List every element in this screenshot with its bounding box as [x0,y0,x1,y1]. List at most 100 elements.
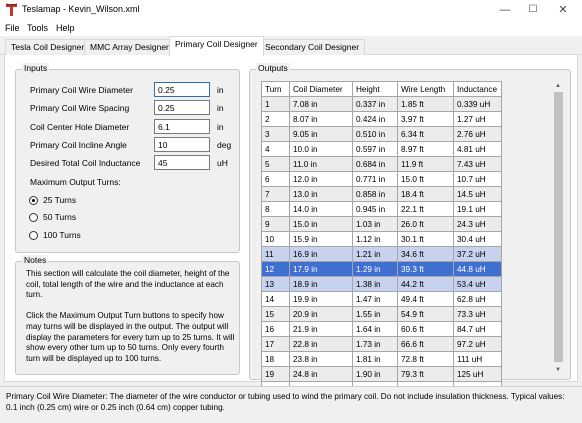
table-cell[interactable]: 17 [261,336,290,352]
table-row[interactable]: 16 21.9 in 1.64 in 60.6 ft 84.7 uH [261,321,502,337]
table-row[interactable]: 17 22.8 in 1.73 in 66.6 ft 97.2 uH [261,336,502,352]
table-cell[interactable]: 62.8 uH [453,291,502,307]
tab-tesla-coil-designer[interactable]: Tesla Coil Designer [5,39,91,55]
table-cell[interactable]: 73.3 uH [453,306,502,322]
table-row[interactable]: 14 19.9 in 1.47 in 49.4 ft 62.8 uH [261,291,502,307]
table-row[interactable]: 6 12.0 in 0.771 in 15.0 ft 10.7 uH [261,171,502,187]
table-cell[interactable]: 10.0 in [289,141,353,157]
table-cell[interactable]: 9.05 in [289,126,353,142]
radio-50-turns-label[interactable]: 50 Turns [43,212,76,222]
radio-25-turns[interactable] [29,196,38,205]
wire-diameter-input[interactable] [154,82,210,97]
table-cell[interactable]: 72.8 ft [397,351,454,367]
table-row[interactable]: 4 10.0 in 0.597 in 8.97 ft 4.81 uH [261,141,502,157]
radio-100-turns[interactable] [29,231,38,240]
table-cell[interactable]: 79.3 ft [397,366,454,382]
col-header-inductance[interactable]: Inductance [453,81,502,97]
table-cell[interactable]: 14 [261,291,290,307]
table-cell[interactable]: 11 [261,246,290,262]
table-cell[interactable]: 15 [261,306,290,322]
col-header-turn[interactable]: Turn [261,81,290,97]
col-header-wire-length[interactable]: Wire Length [397,81,454,97]
table-cell[interactable]: 14.0 in [289,201,353,217]
table-cell[interactable]: 97.2 uH [453,336,502,352]
table-row[interactable]: 10 15.9 in 1.12 in 30.1 ft 30.4 uH [261,231,502,247]
table-cell[interactable]: 60.6 ft [397,321,454,337]
table-cell[interactable]: 1.73 in [352,336,398,352]
table-cell[interactable]: 49.4 ft [397,291,454,307]
tab-mmc-array-designer[interactable]: MMC Array Designer [84,39,175,55]
table-cell[interactable]: 14.5 uH [453,186,502,202]
table-row[interactable]: 13 18.9 in 1.38 in 44.2 ft 53.4 uH [261,276,502,292]
table-cell[interactable]: 22.8 in [289,336,353,352]
table-cell[interactable]: 0.771 in [352,171,398,187]
table-row[interactable]: 11 16.9 in 1.21 in 34.6 ft 37.2 uH [261,246,502,262]
table-cell[interactable]: 23.8 in [289,351,353,367]
scrollbar-thumb[interactable] [554,92,563,362]
menu-file[interactable]: File [5,23,20,33]
table-cell[interactable]: 15.0 in [289,216,353,232]
table-cell[interactable]: 1 [261,96,290,112]
table-cell[interactable]: 13.0 in [289,186,353,202]
table-cell[interactable]: 8 [261,201,290,217]
tab-secondary-coil-designer[interactable]: Secondary Coil Designer [259,39,366,55]
table-cell[interactable]: 8.97 ft [397,141,454,157]
scroll-up-icon[interactable]: ▲ [555,83,561,89]
table-cell[interactable]: 1.90 in [352,366,398,382]
table-cell[interactable]: 1.12 in [352,231,398,247]
table-cell[interactable]: 13 [261,276,290,292]
table-cell[interactable]: 7 [261,186,290,202]
table-cell[interactable]: 19 [261,366,290,382]
table-cell[interactable]: 12 [261,261,290,277]
table-cell[interactable]: 0.339 uH [453,96,502,112]
table-cell[interactable]: 9 [261,216,290,232]
table-cell[interactable]: 0.424 in [352,111,398,127]
table-row[interactable]: 12 17.9 in 1.29 in 39.3 ft 44.8 uH [261,261,502,277]
table-cell[interactable]: 6.34 ft [397,126,454,142]
table-cell[interactable]: 125 uH [453,366,502,382]
radio-50-turns[interactable] [29,213,38,222]
table-cell[interactable]: 18.9 in [289,276,353,292]
col-header-height[interactable]: Height [352,81,398,97]
table-cell[interactable]: 1.64 in [352,321,398,337]
table-row[interactable]: 2 8.07 in 0.424 in 3.97 ft 1.27 uH [261,111,502,127]
table-cell[interactable]: 19.9 in [289,291,353,307]
table-cell[interactable]: 0.945 in [352,201,398,217]
table-row[interactable]: 1 7.08 in 0.337 in 1.85 ft 0.339 uH [261,96,502,112]
table-cell[interactable]: 39.3 ft [397,261,454,277]
hole-diameter-input[interactable] [154,119,210,134]
table-cell[interactable]: 19.1 uH [453,201,502,217]
table-cell[interactable]: 66.6 ft [397,336,454,352]
table-cell[interactable]: 1.29 in [352,261,398,277]
incline-angle-input[interactable] [154,137,210,152]
table-cell[interactable]: 0.510 in [352,126,398,142]
table-cell[interactable]: 4 [261,141,290,157]
table-cell[interactable]: 21.9 in [289,321,353,337]
table-cell[interactable]: 12.0 in [289,171,353,187]
close-button[interactable]: ✕ [552,2,574,18]
menu-help[interactable]: Help [56,23,75,33]
table-cell[interactable]: 1.21 in [352,246,398,262]
table-cell[interactable]: 1.55 in [352,306,398,322]
table-cell[interactable]: 1.03 in [352,216,398,232]
table-cell[interactable]: 4.81 uH [453,141,502,157]
table-cell[interactable]: 1.81 in [352,351,398,367]
maximize-button[interactable]: ☐ [522,2,544,18]
table-cell[interactable]: 1.38 in [352,276,398,292]
table-cell[interactable]: 2.76 uH [453,126,502,142]
table-row[interactable]: 9 15.0 in 1.03 in 26.0 ft 24.3 uH [261,216,502,232]
table-row[interactable]: 15 20.9 in 1.55 in 54.9 ft 73.3 uH [261,306,502,322]
table-cell[interactable]: 10 [261,231,290,247]
table-cell[interactable]: 1.27 uH [453,111,502,127]
table-cell[interactable]: 8.07 in [289,111,353,127]
table-cell[interactable]: 26.0 ft [397,216,454,232]
radio-25-turns-label[interactable]: 25 Turns [43,195,76,205]
radio-100-turns-label[interactable]: 100 Turns [43,230,81,240]
table-row[interactable]: 8 14.0 in 0.945 in 22.1 ft 19.1 uH [261,201,502,217]
table-cell[interactable]: 30.1 ft [397,231,454,247]
col-header-coil-diameter[interactable]: Coil Diameter [289,81,353,97]
table-cell[interactable]: 54.9 ft [397,306,454,322]
table-cell[interactable]: 17.9 in [289,261,353,277]
table-cell[interactable]: 15.9 in [289,231,353,247]
table-cell[interactable]: 0.597 in [352,141,398,157]
